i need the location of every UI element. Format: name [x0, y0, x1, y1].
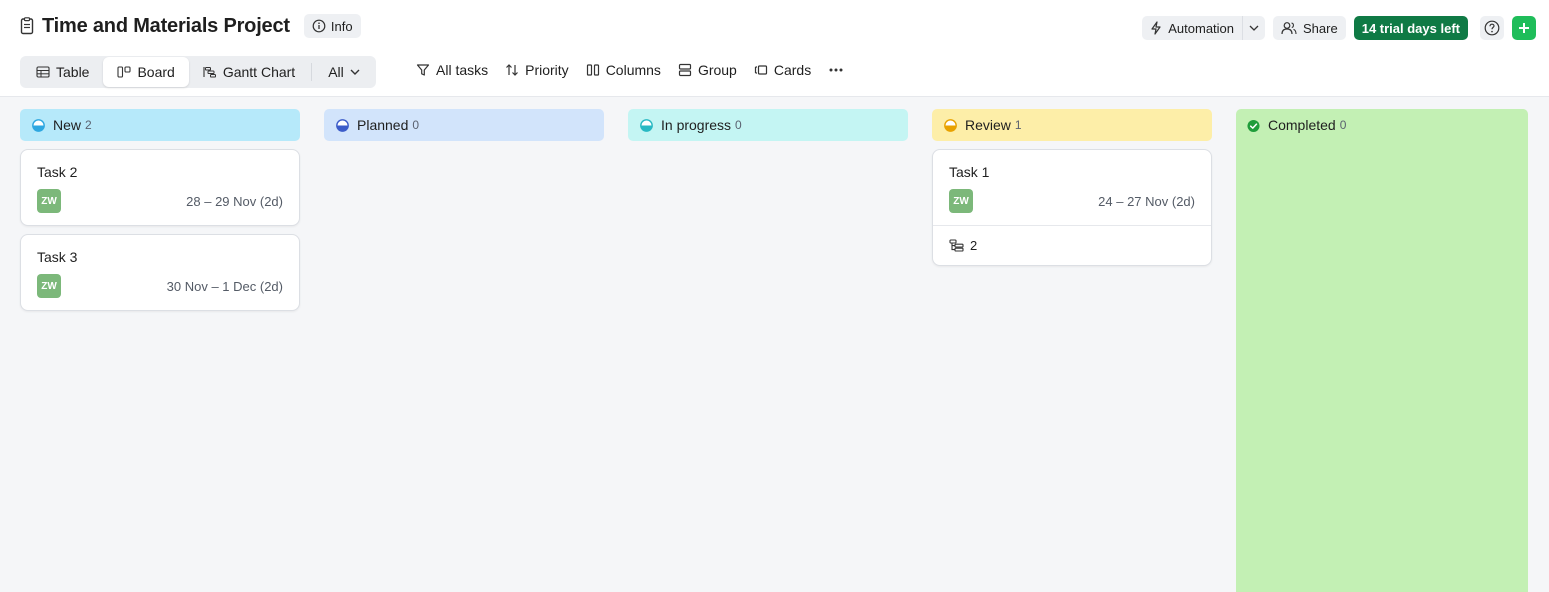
card-dates: 24 – 27 Nov (2d)	[1098, 193, 1195, 209]
tab-board[interactable]: Board	[103, 57, 189, 87]
column-planned: Planned 0	[324, 109, 604, 141]
tab-gantt-chart[interactable]: Gantt Chart	[189, 57, 309, 87]
column-header-review[interactable]: Review 1	[932, 109, 1212, 141]
help-button[interactable]	[1480, 16, 1504, 40]
column-in-progress: In progress 0	[628, 109, 908, 141]
header-actions: Automation Share 14 trial days left	[1142, 16, 1536, 40]
trial-days-badge[interactable]: 14 trial days left	[1353, 16, 1468, 40]
task-card[interactable]: Task 2 ZW 28 – 29 Nov (2d)	[20, 149, 300, 226]
more-icon	[829, 68, 843, 72]
gantt-icon	[203, 67, 216, 78]
automation-label: Automation	[1168, 20, 1235, 36]
board-icon	[117, 66, 132, 78]
more-options-button[interactable]	[828, 63, 844, 77]
column-name: Planned	[357, 117, 409, 133]
info-icon	[312, 19, 326, 33]
title-row: Time and Materials Project Info	[20, 14, 361, 38]
column-header-new[interactable]: New 2	[20, 109, 300, 141]
top-header: Time and Materials Project Info Automati…	[0, 0, 1549, 97]
page-title: Time and Materials Project	[42, 14, 290, 37]
subtasks-indicator[interactable]: 2	[933, 225, 1211, 265]
task-card[interactable]: Task 3 ZW 30 Nov – 1 Dec (2d)	[20, 234, 300, 311]
subtasks-count: 2	[970, 238, 978, 253]
card-title: Task 2	[37, 164, 78, 180]
column-header-completed[interactable]: Completed 0	[1236, 109, 1528, 141]
tab-table-label: Table	[56, 64, 90, 80]
column-review: Review 1 Task 1 ZW 24 – 27 Nov (2d) 2	[932, 109, 1212, 266]
lightning-icon	[1151, 21, 1161, 35]
users-icon	[1281, 22, 1297, 35]
all-tasks-filter-button[interactable]: All tasks	[416, 62, 488, 78]
board-toolbar: All tasks Priority Columns Group Cards	[416, 62, 844, 78]
columns-label: Columns	[605, 62, 661, 78]
cards-button[interactable]: Cards	[754, 62, 811, 78]
column-count: 0	[1339, 118, 1347, 132]
priority-sort-button[interactable]: Priority	[505, 62, 569, 78]
avatar[interactable]: ZW	[37, 189, 61, 213]
task-card[interactable]: Task 1 ZW 24 – 27 Nov (2d) 2	[932, 149, 1212, 266]
column-name: Review	[965, 117, 1011, 133]
cards-label: Cards	[773, 62, 812, 78]
status-in-progress-icon	[640, 118, 653, 132]
column-new: New 2 Task 2 ZW 28 – 29 Nov (2d) Task 3 …	[20, 109, 300, 311]
column-header-planned[interactable]: Planned 0	[324, 109, 604, 141]
status-new-icon	[32, 118, 45, 132]
column-name: New	[53, 117, 82, 133]
status-review-icon	[944, 118, 957, 132]
filter-scope-dropdown[interactable]: All	[314, 57, 374, 87]
card-title: Task 1	[949, 164, 990, 180]
chevron-down-icon	[350, 69, 360, 75]
avatar[interactable]: ZW	[37, 274, 61, 298]
share-button[interactable]: Share	[1273, 16, 1346, 40]
cards-icon	[754, 65, 767, 75]
avatar[interactable]: ZW	[949, 189, 973, 213]
sort-icon	[506, 64, 519, 76]
columns-button[interactable]: Columns	[586, 62, 661, 78]
column-header-in-progress[interactable]: In progress 0	[628, 109, 908, 141]
column-count: 0	[412, 118, 420, 132]
chevron-down-icon	[1249, 25, 1259, 31]
info-button[interactable]: Info	[303, 14, 361, 38]
tab-gantt-label: Gantt Chart	[222, 64, 296, 80]
tab-board-label: Board	[137, 64, 175, 80]
plus-icon	[1519, 23, 1529, 33]
card-title: Task 3	[37, 249, 78, 265]
check-circle-icon	[1247, 119, 1260, 132]
all-tasks-label: All tasks	[436, 62, 489, 78]
priority-label: Priority	[525, 62, 569, 78]
column-count: 0	[735, 118, 742, 132]
column-name: Completed	[1268, 117, 1336, 133]
info-label: Info	[330, 18, 353, 34]
table-icon	[36, 66, 50, 78]
filter-scope-label: All	[328, 64, 344, 80]
card-dates: 30 Nov – 1 Dec (2d)	[166, 278, 283, 294]
share-label: Share	[1303, 20, 1338, 36]
status-planned-icon	[336, 118, 349, 132]
column-completed: Completed 0	[1236, 109, 1528, 592]
subtasks-icon	[949, 239, 964, 252]
group-button[interactable]: Group	[678, 62, 737, 78]
group-icon	[678, 63, 692, 77]
tab-table[interactable]: Table	[22, 57, 103, 87]
automation-button[interactable]: Automation	[1142, 16, 1244, 40]
column-count: 2	[85, 118, 92, 132]
filter-icon	[416, 64, 430, 76]
column-name: In progress	[661, 117, 732, 133]
card-dates: 28 – 29 Nov (2d)	[186, 193, 283, 209]
help-icon	[1484, 20, 1500, 36]
automation-group: Automation	[1142, 16, 1266, 40]
view-switcher: Table Board Gantt Chart All	[20, 56, 376, 88]
add-button[interactable]	[1512, 16, 1536, 40]
view-separator	[311, 63, 313, 81]
columns-icon	[586, 64, 599, 76]
group-label: Group	[697, 62, 737, 78]
automation-dropdown-button[interactable]	[1243, 16, 1265, 40]
column-count: 1	[1014, 118, 1022, 132]
document-icon	[20, 17, 34, 35]
